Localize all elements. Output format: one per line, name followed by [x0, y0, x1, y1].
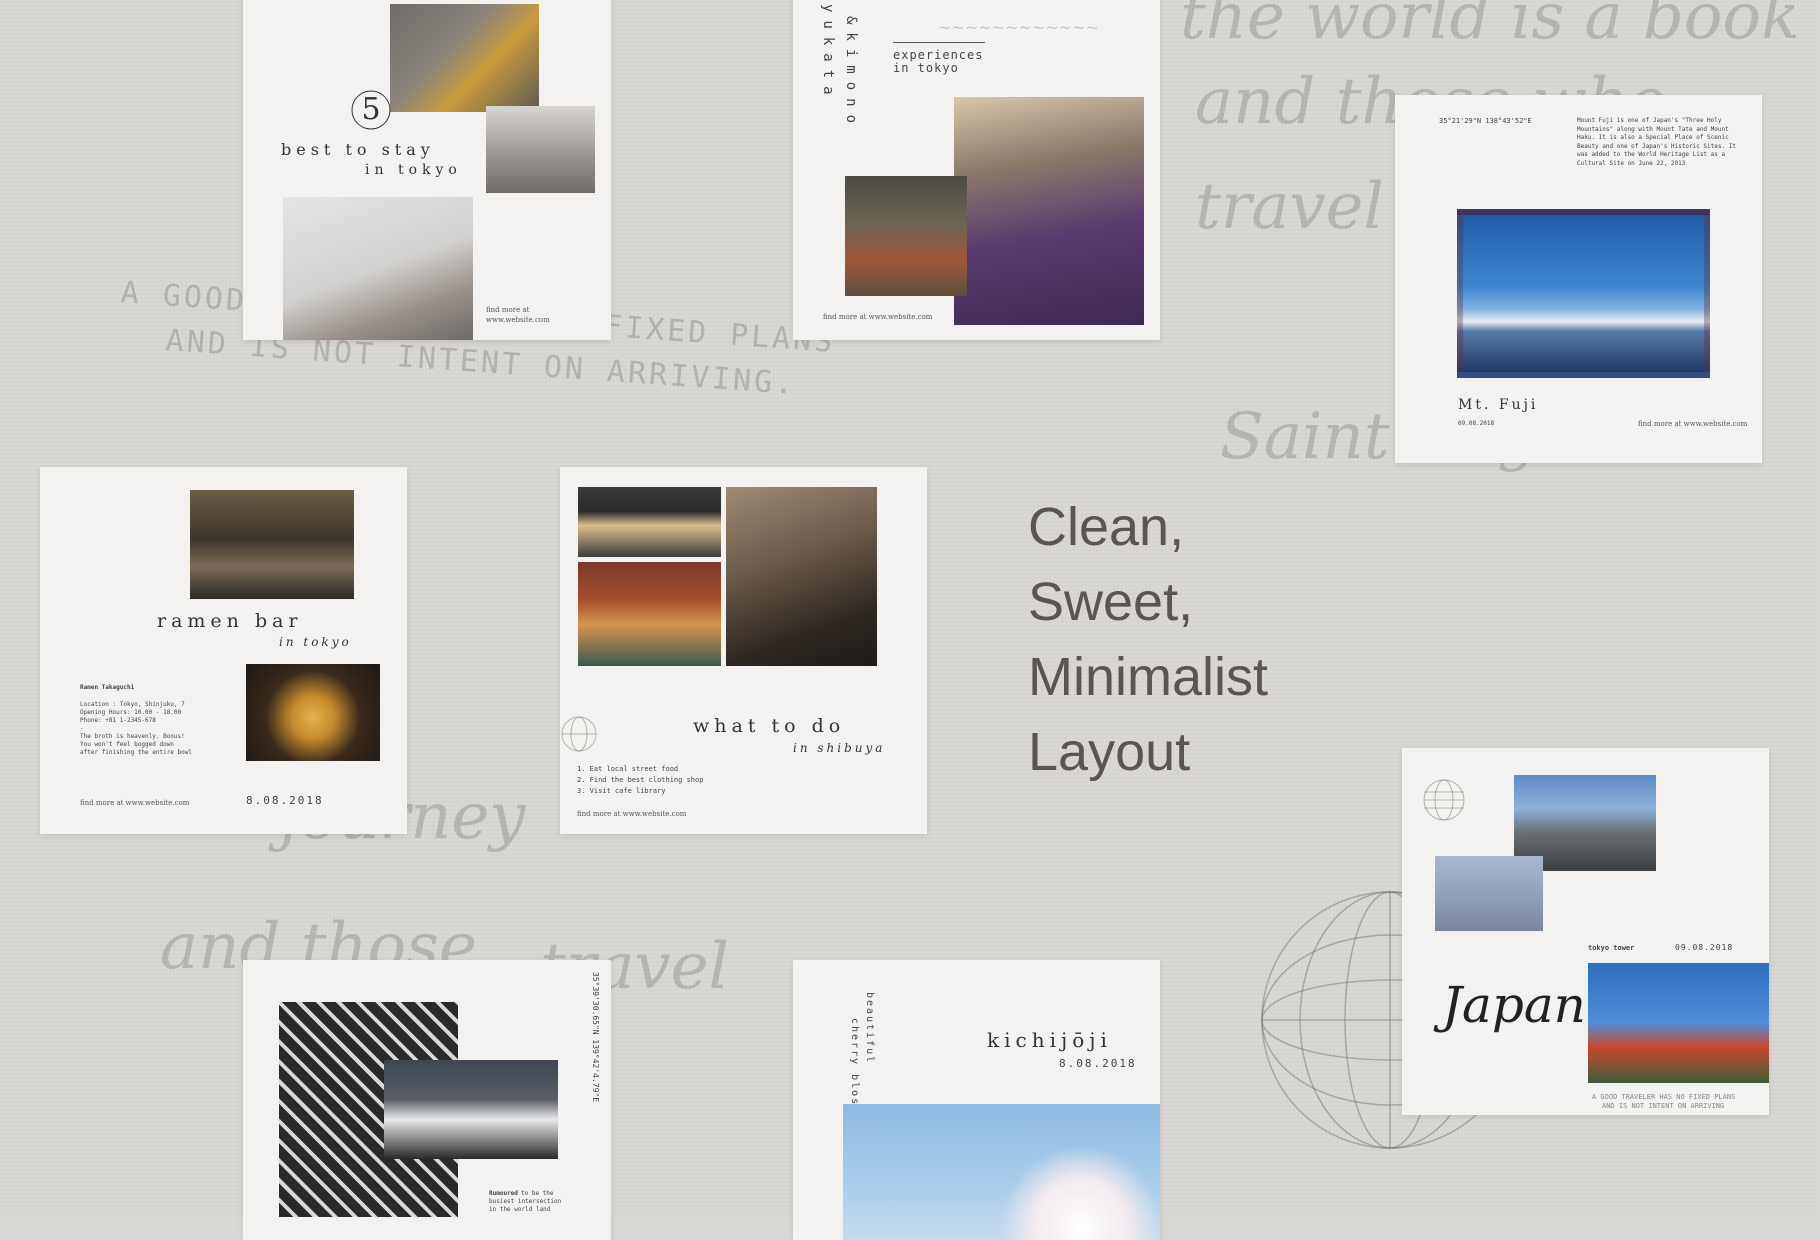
card-kichijoji: beautiful cherry blossom kichijōji 8.08.…	[793, 960, 1160, 1240]
vertical-title-kimono: &kimono	[843, 16, 859, 132]
photo-bedroom	[283, 197, 473, 340]
card-subtitle: in shibuya	[793, 741, 886, 755]
coords-label: 35°39'30.65"N 139°42'4.79"E	[591, 972, 600, 1103]
date-label: 8.08.2018	[1059, 1057, 1137, 1070]
caption-bold: Rumoured	[489, 1190, 518, 1197]
date-label: 09.08.2018	[1458, 420, 1495, 427]
title-rule	[893, 42, 985, 43]
date-label: 8.08.2018	[246, 794, 324, 807]
note-line-3: after finishing the entire bowl	[80, 749, 192, 756]
card-yukata-kimono: yukata &kimono experiences in tokyo ~~~~…	[793, 0, 1160, 340]
card-mt-fuji: 35°21'29"N 138°43'52"E Mount Fuji is one…	[1395, 95, 1762, 463]
headline-line-2: Sweet,	[1028, 572, 1194, 632]
photo-crossing-street	[384, 1060, 558, 1159]
caption-line-1: to be the	[521, 1190, 554, 1197]
card-what-to-do: what to do in shibuya 1. Eat local stree…	[560, 467, 927, 834]
card-japan: tokyo tower 09.08.2018 Japan A GOOD TRAV…	[1402, 748, 1769, 1115]
location-text: Location : Tokyo, Shinjuku, 7	[80, 701, 185, 708]
vertical-text-beautiful: beautiful	[864, 992, 875, 1065]
hours-text: Opening Hours: 10.00 - 18.00	[80, 709, 182, 716]
photo-living-room	[390, 4, 539, 112]
todo-item-2: 2. Find the best clothing shop	[577, 776, 704, 784]
scribble-note: ~~~~~~~~~~~~	[938, 18, 1099, 37]
card-best-to-stay: 5 best to stay in tokyo find more at www…	[243, 0, 611, 340]
vertical-title-yukata: yukata	[820, 4, 836, 103]
japan-script-title: Japan	[1442, 976, 1586, 1034]
card-subtitle: in tokyo	[365, 162, 462, 178]
headline: Clean, Sweet, Minimalist Layout	[1028, 490, 1268, 790]
note-line-1: The broth is heavenly. Bonus!	[80, 733, 185, 740]
restaurant-name: Ramen Takaguchi	[80, 684, 135, 691]
globe-icon	[1423, 779, 1465, 821]
photo-sofa	[486, 106, 595, 193]
photo-street-food	[578, 487, 721, 557]
globe-icon	[561, 716, 597, 752]
photo-cherry-blossom	[843, 1104, 1160, 1240]
footer-line-1: A GOOD TRAVELER HAS NO FIXED PLANS	[1592, 1093, 1736, 1101]
photo-tokyo-tower	[1588, 963, 1769, 1083]
photo-ramen-shop	[190, 490, 354, 599]
caption-line-2: busiest intersection	[489, 1198, 562, 1205]
find-more-link[interactable]: find more at www.website.com	[823, 313, 932, 321]
bg-script-3: travel	[1195, 170, 1384, 244]
card-title: Mt. Fuji	[1458, 397, 1539, 413]
card-subtitle: in tokyo	[893, 61, 959, 75]
card-title: ramen bar	[157, 610, 303, 632]
card-subtitle: in tokyo	[279, 635, 352, 649]
headline-line-4: Layout	[1028, 722, 1191, 782]
date-label: 09.08.2018	[1675, 943, 1734, 952]
description-text: Mount Fuji is one of Japan's "Three Holy…	[1577, 117, 1736, 167]
photo-mt-fuji	[1457, 209, 1710, 378]
headline-line-3: Minimalist	[1028, 647, 1269, 707]
photo-shop-front	[578, 562, 721, 666]
find-more-link[interactable]: find more at www.website.com	[1638, 420, 1747, 428]
card-ramen-bar: ramen bar in tokyo Ramen Takaguchi Locat…	[40, 467, 407, 834]
card-title: kichijōji	[987, 1028, 1112, 1052]
photo-kimono-woman	[954, 97, 1144, 325]
photo-label: tokyo tower	[1588, 944, 1635, 952]
photo-library	[726, 487, 877, 666]
coords-label: 35°21'29"N 138°43'52"E	[1439, 117, 1532, 125]
separator-text: -	[80, 725, 84, 732]
bg-script-1: the world is a book	[1180, 0, 1800, 54]
website-link[interactable]: www.website.com	[486, 316, 550, 324]
find-more-link[interactable]: find more at www.website.com	[80, 799, 189, 807]
photo-yukata-couple	[845, 176, 967, 296]
card-title: experiences	[893, 48, 984, 62]
card-title: what to do	[693, 715, 846, 737]
photo-ramen-bowl	[246, 664, 380, 761]
photo-hazy-tower	[1435, 856, 1543, 931]
todo-item-1: 1. Eat local street food	[577, 765, 679, 773]
card-title: best to stay	[281, 140, 435, 159]
note-line-2: You won't feel bogged down	[80, 741, 174, 748]
number-label: 5	[361, 92, 381, 127]
todo-item-3: 3. Visit cafe library	[577, 787, 666, 795]
find-more-label: find more at	[486, 306, 530, 314]
phone-text: Phone: +81 1-2345-678	[80, 717, 156, 724]
caption-line-3: in the world land	[489, 1206, 551, 1213]
card-shibuya-crossing: 35°39'30.65"N 139°42'4.79"E Rumoured to …	[243, 960, 611, 1240]
headline-line-1: Clean,	[1028, 497, 1185, 557]
footer-line-2: AND IS NOT INTENT ON ARRIVING	[1602, 1102, 1725, 1110]
find-more-link[interactable]: find more at www.website.com	[577, 810, 686, 818]
